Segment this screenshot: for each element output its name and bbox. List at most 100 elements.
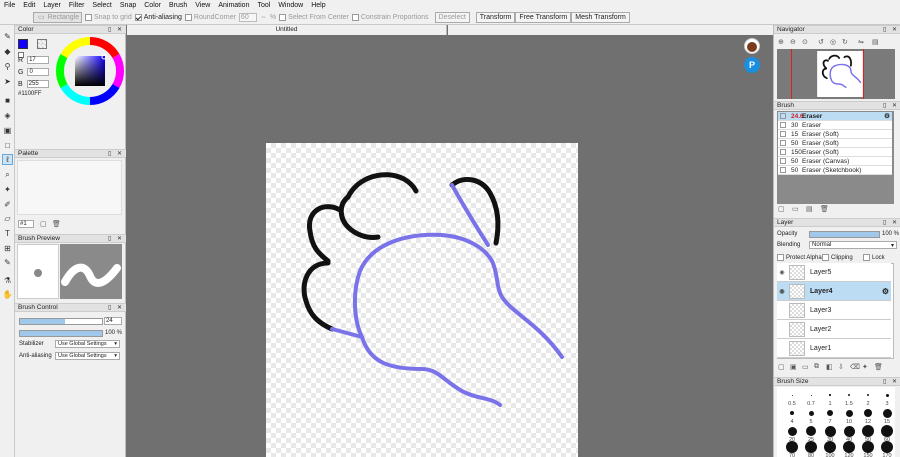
brush-checkbox[interactable] xyxy=(780,122,786,128)
brush-size-dot[interactable] xyxy=(805,441,817,453)
free-transform-button[interactable]: Free Transform xyxy=(515,11,572,23)
avatar[interactable] xyxy=(744,38,760,54)
round-corner-input[interactable]: 60 xyxy=(238,12,257,22)
brush-size-slider[interactable] xyxy=(19,318,103,325)
transparent-color-swatch[interactable] xyxy=(37,39,47,49)
blue-input[interactable]: 255 xyxy=(26,80,49,88)
document-tab[interactable]: Untitled xyxy=(127,25,447,35)
transform-button[interactable]: Transform xyxy=(475,11,516,23)
brush-item[interactable]: 15 Eraser (Soft) xyxy=(778,130,892,139)
brush-aa-select[interactable]: Use Global Settings ▾ xyxy=(55,352,120,360)
menu-animation[interactable]: Animation xyxy=(214,2,253,9)
layer-effect-icon[interactable]: ✦ xyxy=(862,363,868,371)
fill-icon[interactable]: ■ xyxy=(2,95,13,106)
edit-icon[interactable]: ✎ xyxy=(2,257,13,268)
move-icon[interactable]: ➤ xyxy=(2,76,13,87)
palette-swatch-area[interactable] xyxy=(17,160,122,215)
gear-icon[interactable]: ⚙ xyxy=(882,287,889,296)
brush-size-dot[interactable] xyxy=(786,441,798,453)
divide-icon[interactable]: ⊞ xyxy=(2,243,13,254)
panel-controls-icon[interactable]: ▯ ✕ xyxy=(108,304,124,312)
brush-copy-icon[interactable]: ▤ xyxy=(806,205,813,213)
pixiv-icon[interactable]: P xyxy=(744,57,760,73)
brush-size-dot[interactable] xyxy=(866,393,870,397)
menu-file[interactable]: File xyxy=(0,2,19,9)
brush-size-dot[interactable] xyxy=(787,426,797,436)
rotate-reset-icon[interactable]: ◎ xyxy=(830,38,836,46)
visibility-eye-icon[interactable]: ◉ xyxy=(778,269,786,276)
pen-icon[interactable]: ✎ xyxy=(2,31,13,42)
panel-controls-icon[interactable]: ▯ ✕ xyxy=(883,378,899,386)
palette-page-select[interactable]: #1 xyxy=(18,220,34,228)
brush-item[interactable]: 50 Eraser (Canvas) xyxy=(778,157,892,166)
mesh-transform-button[interactable]: Mesh Transform xyxy=(571,11,630,23)
flip-icon[interactable]: ⇋ xyxy=(858,38,864,46)
layer-row[interactable]: Layer3 xyxy=(777,301,891,320)
menu-select[interactable]: Select xyxy=(88,2,115,9)
dropper-tool-icon[interactable]: ⚲ xyxy=(2,61,13,72)
brush-size-dot[interactable] xyxy=(806,426,816,436)
rotate-right-icon[interactable]: ↻ xyxy=(842,38,848,46)
new-folder-icon[interactable]: ▭ xyxy=(802,363,809,371)
brush-item[interactable]: 50 Eraser (Soft) xyxy=(778,139,892,148)
lasso-icon[interactable]: ℓ xyxy=(2,154,13,165)
brush-checkbox[interactable] xyxy=(780,140,786,146)
menu-color[interactable]: Color xyxy=(140,2,165,9)
panel-controls-icon[interactable]: ▯ ✕ xyxy=(108,26,124,34)
menu-help[interactable]: Help xyxy=(307,2,329,9)
anti-aliasing-checkbox[interactable]: Anti-aliasing xyxy=(134,13,182,21)
panel-controls-icon[interactable]: ▯ ✕ xyxy=(883,102,899,110)
panel-controls-icon[interactable]: ▯ ✕ xyxy=(883,219,899,227)
zoom-icon[interactable]: ⌕ xyxy=(2,169,13,180)
layer-row[interactable]: ◉ Layer5 xyxy=(777,263,891,282)
brush-size-dot[interactable] xyxy=(791,394,793,396)
brush-size-dot[interactable] xyxy=(862,425,874,437)
select-from-center-checkbox[interactable]: Select From Center xyxy=(279,13,349,21)
stabilizer-select[interactable]: Use Global Settings ▾ xyxy=(55,340,120,348)
menu-snap[interactable]: Snap xyxy=(116,2,140,9)
visibility-eye-icon[interactable]: ◉ xyxy=(778,288,786,295)
brush-folder-icon[interactable]: ▭ xyxy=(792,205,799,213)
select-eraser-icon[interactable]: ▱ xyxy=(2,213,13,224)
brush-size-dot[interactable] xyxy=(862,441,874,453)
new-brush-icon[interactable]: ▢ xyxy=(778,205,785,213)
brush-size-dot[interactable] xyxy=(885,393,889,397)
brush-size-dot[interactable] xyxy=(843,441,855,453)
brush-item[interactable]: 24.6 Eraser ⚙ xyxy=(778,112,892,121)
brush-checkbox[interactable] xyxy=(780,149,786,155)
brush-size-dot[interactable] xyxy=(827,410,833,416)
menu-layer[interactable]: Layer xyxy=(39,2,65,9)
brush-size-dot[interactable] xyxy=(824,441,836,453)
layer-row[interactable]: Layer2 xyxy=(777,320,891,339)
eraser-icon[interactable]: ◆ xyxy=(2,46,13,57)
brush-size-dot[interactable] xyxy=(824,425,836,437)
constrain-proportions-checkbox[interactable]: Constrain Proportions xyxy=(351,13,429,21)
brush-checkbox[interactable] xyxy=(780,113,786,119)
navigator-view[interactable] xyxy=(777,49,895,99)
brush-size-dot[interactable] xyxy=(843,425,855,437)
lock-checkbox[interactable]: Lock xyxy=(863,254,885,261)
brush-size-dot[interactable] xyxy=(848,394,850,396)
brush-size-dot[interactable] xyxy=(808,410,814,416)
text-icon[interactable]: T xyxy=(2,228,13,239)
deselect-button[interactable]: Deselect xyxy=(434,11,470,23)
hand-icon[interactable]: ✋ xyxy=(2,289,13,300)
blending-select[interactable]: Normal ▾ xyxy=(809,241,897,249)
panel-controls-icon[interactable]: ▯ ✕ xyxy=(108,235,124,243)
brush-size-dot[interactable] xyxy=(882,408,892,418)
zoom-fit-icon[interactable]: ⊙ xyxy=(802,38,808,46)
menu-window[interactable]: Window xyxy=(274,2,307,9)
layer-row[interactable]: ◉ Layer4 ⚙ xyxy=(777,282,891,301)
merge-down-icon[interactable]: ⇩ xyxy=(838,363,844,371)
select-rect-icon[interactable]: □ xyxy=(2,140,13,151)
brush-checkbox[interactable] xyxy=(780,158,786,164)
gradient-icon[interactable]: ▣ xyxy=(2,125,13,136)
brush-item[interactable]: 30 Eraser xyxy=(778,121,892,130)
zoom-in-icon[interactable]: ⊕ xyxy=(778,38,784,46)
brush-size-dot[interactable] xyxy=(881,425,893,437)
layer-mask-icon[interactable]: ◧ xyxy=(826,363,833,371)
brush-opacity-slider[interactable] xyxy=(19,330,103,337)
round-corner-checkbox[interactable]: RoundCorner xyxy=(184,13,236,21)
brush-size-dot[interactable] xyxy=(845,409,853,417)
brush-size-dot[interactable] xyxy=(790,411,794,415)
